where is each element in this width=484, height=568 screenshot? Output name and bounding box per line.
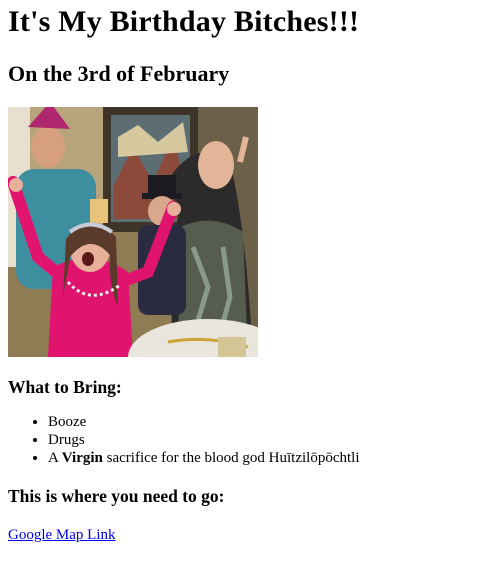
- page-subtitle: On the 3rd of February: [8, 61, 230, 86]
- list-item: Booze: [48, 413, 476, 431]
- google-map-link[interactable]: Google Map Link: [8, 527, 115, 544]
- list-item: A Virgin sacrifice for the blood god Huī…: [48, 449, 476, 467]
- party-photo: [8, 107, 258, 357]
- list-item-suffix: sacrifice for the blood god Huītzilōpōch…: [102, 450, 360, 466]
- list-item-bold: Virgin: [61, 450, 103, 466]
- bring-list: Booze Drugs A Virgin sacrifice for the b…: [8, 413, 476, 467]
- page-title: It's My Birthday Bitches!!!: [8, 5, 360, 38]
- where-to-go-heading: This is where you need to go:: [8, 486, 225, 506]
- list-item: Drugs: [48, 431, 476, 449]
- list-item-prefix: A: [48, 450, 62, 466]
- page: It's My Birthday Bitches!!! On the 3rd o…: [0, 5, 484, 544]
- what-to-bring-heading: What to Bring:: [8, 377, 122, 397]
